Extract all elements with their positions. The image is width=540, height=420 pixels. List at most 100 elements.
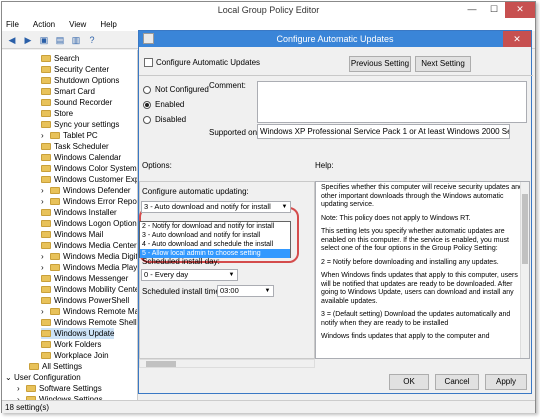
minimize-icon[interactable]: —	[461, 2, 483, 18]
folder-icon	[41, 330, 51, 337]
tree-item[interactable]: Windows Messenger	[41, 273, 128, 284]
setting-icon	[144, 58, 153, 67]
help-panel: Specifies whether this computer will rec…	[315, 181, 530, 359]
radio-disabled[interactable]: Disabled	[143, 115, 186, 124]
menu-view[interactable]: View	[69, 18, 86, 31]
tree-item[interactable]: Windows Customer Experience	[41, 174, 137, 185]
options-horizontal-scrollbar[interactable]	[139, 359, 315, 368]
expand-icon[interactable]: ›	[41, 130, 47, 141]
tree-item-label: Windows Installer	[54, 208, 117, 217]
menu-help[interactable]: Help	[100, 18, 116, 31]
chevron-down-icon[interactable]: ▼	[280, 202, 289, 212]
radio-enabled-circle[interactable]	[143, 100, 151, 109]
tree-item-label: Task Scheduler	[54, 142, 109, 151]
tree-item[interactable]: Store	[41, 108, 73, 119]
folder-icon	[50, 264, 60, 271]
configure-updating-value: 3 - Auto download and notify for install	[144, 202, 271, 211]
tree-item[interactable]: Workplace Join	[41, 350, 109, 361]
cancel-button[interactable]: Cancel	[435, 374, 479, 390]
tree-item[interactable]: Sound Recorder	[41, 97, 112, 108]
apply-button[interactable]: Apply	[485, 374, 527, 390]
radio-enabled[interactable]: Enabled	[143, 100, 184, 109]
back-icon[interactable]: ◀	[6, 34, 18, 46]
folder-icon	[41, 275, 51, 282]
tree-item-label: All Settings	[42, 362, 83, 371]
up-folder-icon[interactable]: ▣	[38, 34, 50, 46]
folder-icon	[26, 385, 36, 392]
configure-updating-select[interactable]: 3 - Auto download and notify for install…	[141, 201, 291, 213]
close-icon[interactable]: ✕	[505, 2, 535, 18]
tree-item[interactable]: Windows Calendar	[41, 152, 121, 163]
expand-icon[interactable]: ›	[41, 251, 47, 262]
tree-item[interactable]: Shutdown Options	[41, 75, 119, 86]
install-time-select[interactable]: 03:00 ▼	[217, 285, 274, 297]
previous-setting-button[interactable]: Previous Setting	[349, 56, 411, 72]
tree-item[interactable]: Windows Update	[41, 328, 115, 339]
tree-item-label: Windows Messenger	[54, 274, 129, 283]
chevron-down-icon[interactable]: ▼	[227, 270, 236, 280]
supported-on-label: Supported on:	[209, 128, 260, 137]
tree-item[interactable]: Sync your settings	[41, 119, 119, 130]
radio-not-configured-circle[interactable]	[143, 85, 151, 94]
help-icon[interactable]: ?	[86, 34, 98, 46]
tree-item[interactable]: › Windows Media Player	[41, 262, 137, 273]
export-list-icon[interactable]: ▥	[70, 34, 82, 46]
tree-item[interactable]: › Software Settings	[17, 383, 102, 394]
tree-item[interactable]: Windows Color System	[41, 163, 137, 174]
folder-icon	[41, 286, 51, 293]
dialog-close-icon[interactable]: ✕	[503, 31, 531, 47]
expand-icon[interactable]: ⌄	[5, 372, 12, 383]
tree-item[interactable]: Windows Installer	[41, 207, 117, 218]
expand-icon[interactable]: ›	[41, 306, 47, 317]
tree-item[interactable]: Security Center	[41, 64, 109, 75]
tree-item[interactable]: Smart Card	[41, 86, 95, 97]
chevron-down-icon[interactable]: ▼	[263, 286, 272, 296]
options-label: Options:	[142, 161, 172, 170]
comment-field[interactable]	[257, 81, 527, 123]
tree-item[interactable]: Windows PowerShell	[41, 295, 129, 306]
tree-item-label: Store	[54, 109, 74, 118]
radio-disabled-circle[interactable]	[143, 115, 151, 124]
tree-item[interactable]: › Windows Error Reporting	[41, 196, 137, 207]
expand-icon[interactable]: ›	[41, 185, 47, 196]
tree-item[interactable]: Windows Remote Shell	[41, 317, 137, 328]
menu-file[interactable]: File	[6, 18, 19, 31]
dropdown-option[interactable]: 4 - Auto download and schedule the insta…	[140, 240, 290, 249]
expand-icon[interactable]: ›	[41, 196, 47, 207]
maximize-icon[interactable]: ☐	[483, 2, 505, 18]
tree-item[interactable]: Task Scheduler	[41, 141, 109, 152]
expand-icon[interactable]: ›	[41, 262, 47, 273]
tree-item[interactable]: All Settings	[29, 361, 82, 372]
tree-item[interactable]: Windows Mail	[41, 229, 103, 240]
tree-item[interactable]: › Windows Remote Management	[41, 306, 137, 317]
show-hide-tree-icon[interactable]: ▤	[54, 34, 66, 46]
scroll-thumb[interactable]	[522, 194, 528, 264]
tree-item-label: Windows Update	[54, 329, 115, 338]
tree-item[interactable]: Windows Mobility Center	[41, 284, 137, 295]
expand-icon[interactable]: ›	[17, 383, 23, 394]
install-day-select[interactable]: 0 - Every day ▼	[141, 269, 238, 281]
tree-item-label: Windows PowerShell	[54, 296, 130, 305]
next-setting-button[interactable]: Next Setting	[415, 56, 471, 72]
radio-enabled-label: Enabled	[155, 100, 185, 109]
dropdown-option[interactable]: 3 - Auto download and notify for install	[140, 231, 290, 240]
policy-tree[interactable]: Search Security Center Shutdown Options Sma…	[2, 50, 138, 400]
tree-item[interactable]: › Tablet PC	[41, 130, 98, 141]
configure-updating-dropdown-list[interactable]: 2 - Notify for download and notify for i…	[139, 221, 291, 258]
radio-not-configured[interactable]: Not Configured	[143, 85, 209, 94]
tree-item[interactable]: › Windows Defender	[41, 185, 131, 196]
tree-item[interactable]: › Windows Media Digital	[41, 251, 137, 262]
ok-button[interactable]: OK	[389, 374, 429, 390]
tree-item[interactable]: Work Folders	[41, 339, 101, 350]
tree-item[interactable]: Windows Media Center	[41, 240, 137, 251]
tree-item-label: Smart Card	[54, 87, 95, 96]
tree-item[interactable]: ⌄ User Configuration	[5, 372, 81, 383]
dropdown-option[interactable]: 2 - Notify for download and notify for i…	[140, 222, 290, 231]
folder-icon	[41, 55, 51, 62]
help-scrollbar[interactable]	[520, 182, 529, 358]
tree-item[interactable]: Search	[41, 53, 79, 64]
forward-icon[interactable]: ▶	[22, 34, 34, 46]
scroll-thumb[interactable]	[146, 361, 176, 367]
tree-item[interactable]: Windows Logon Options	[41, 218, 137, 229]
menu-action[interactable]: Action	[33, 18, 55, 31]
